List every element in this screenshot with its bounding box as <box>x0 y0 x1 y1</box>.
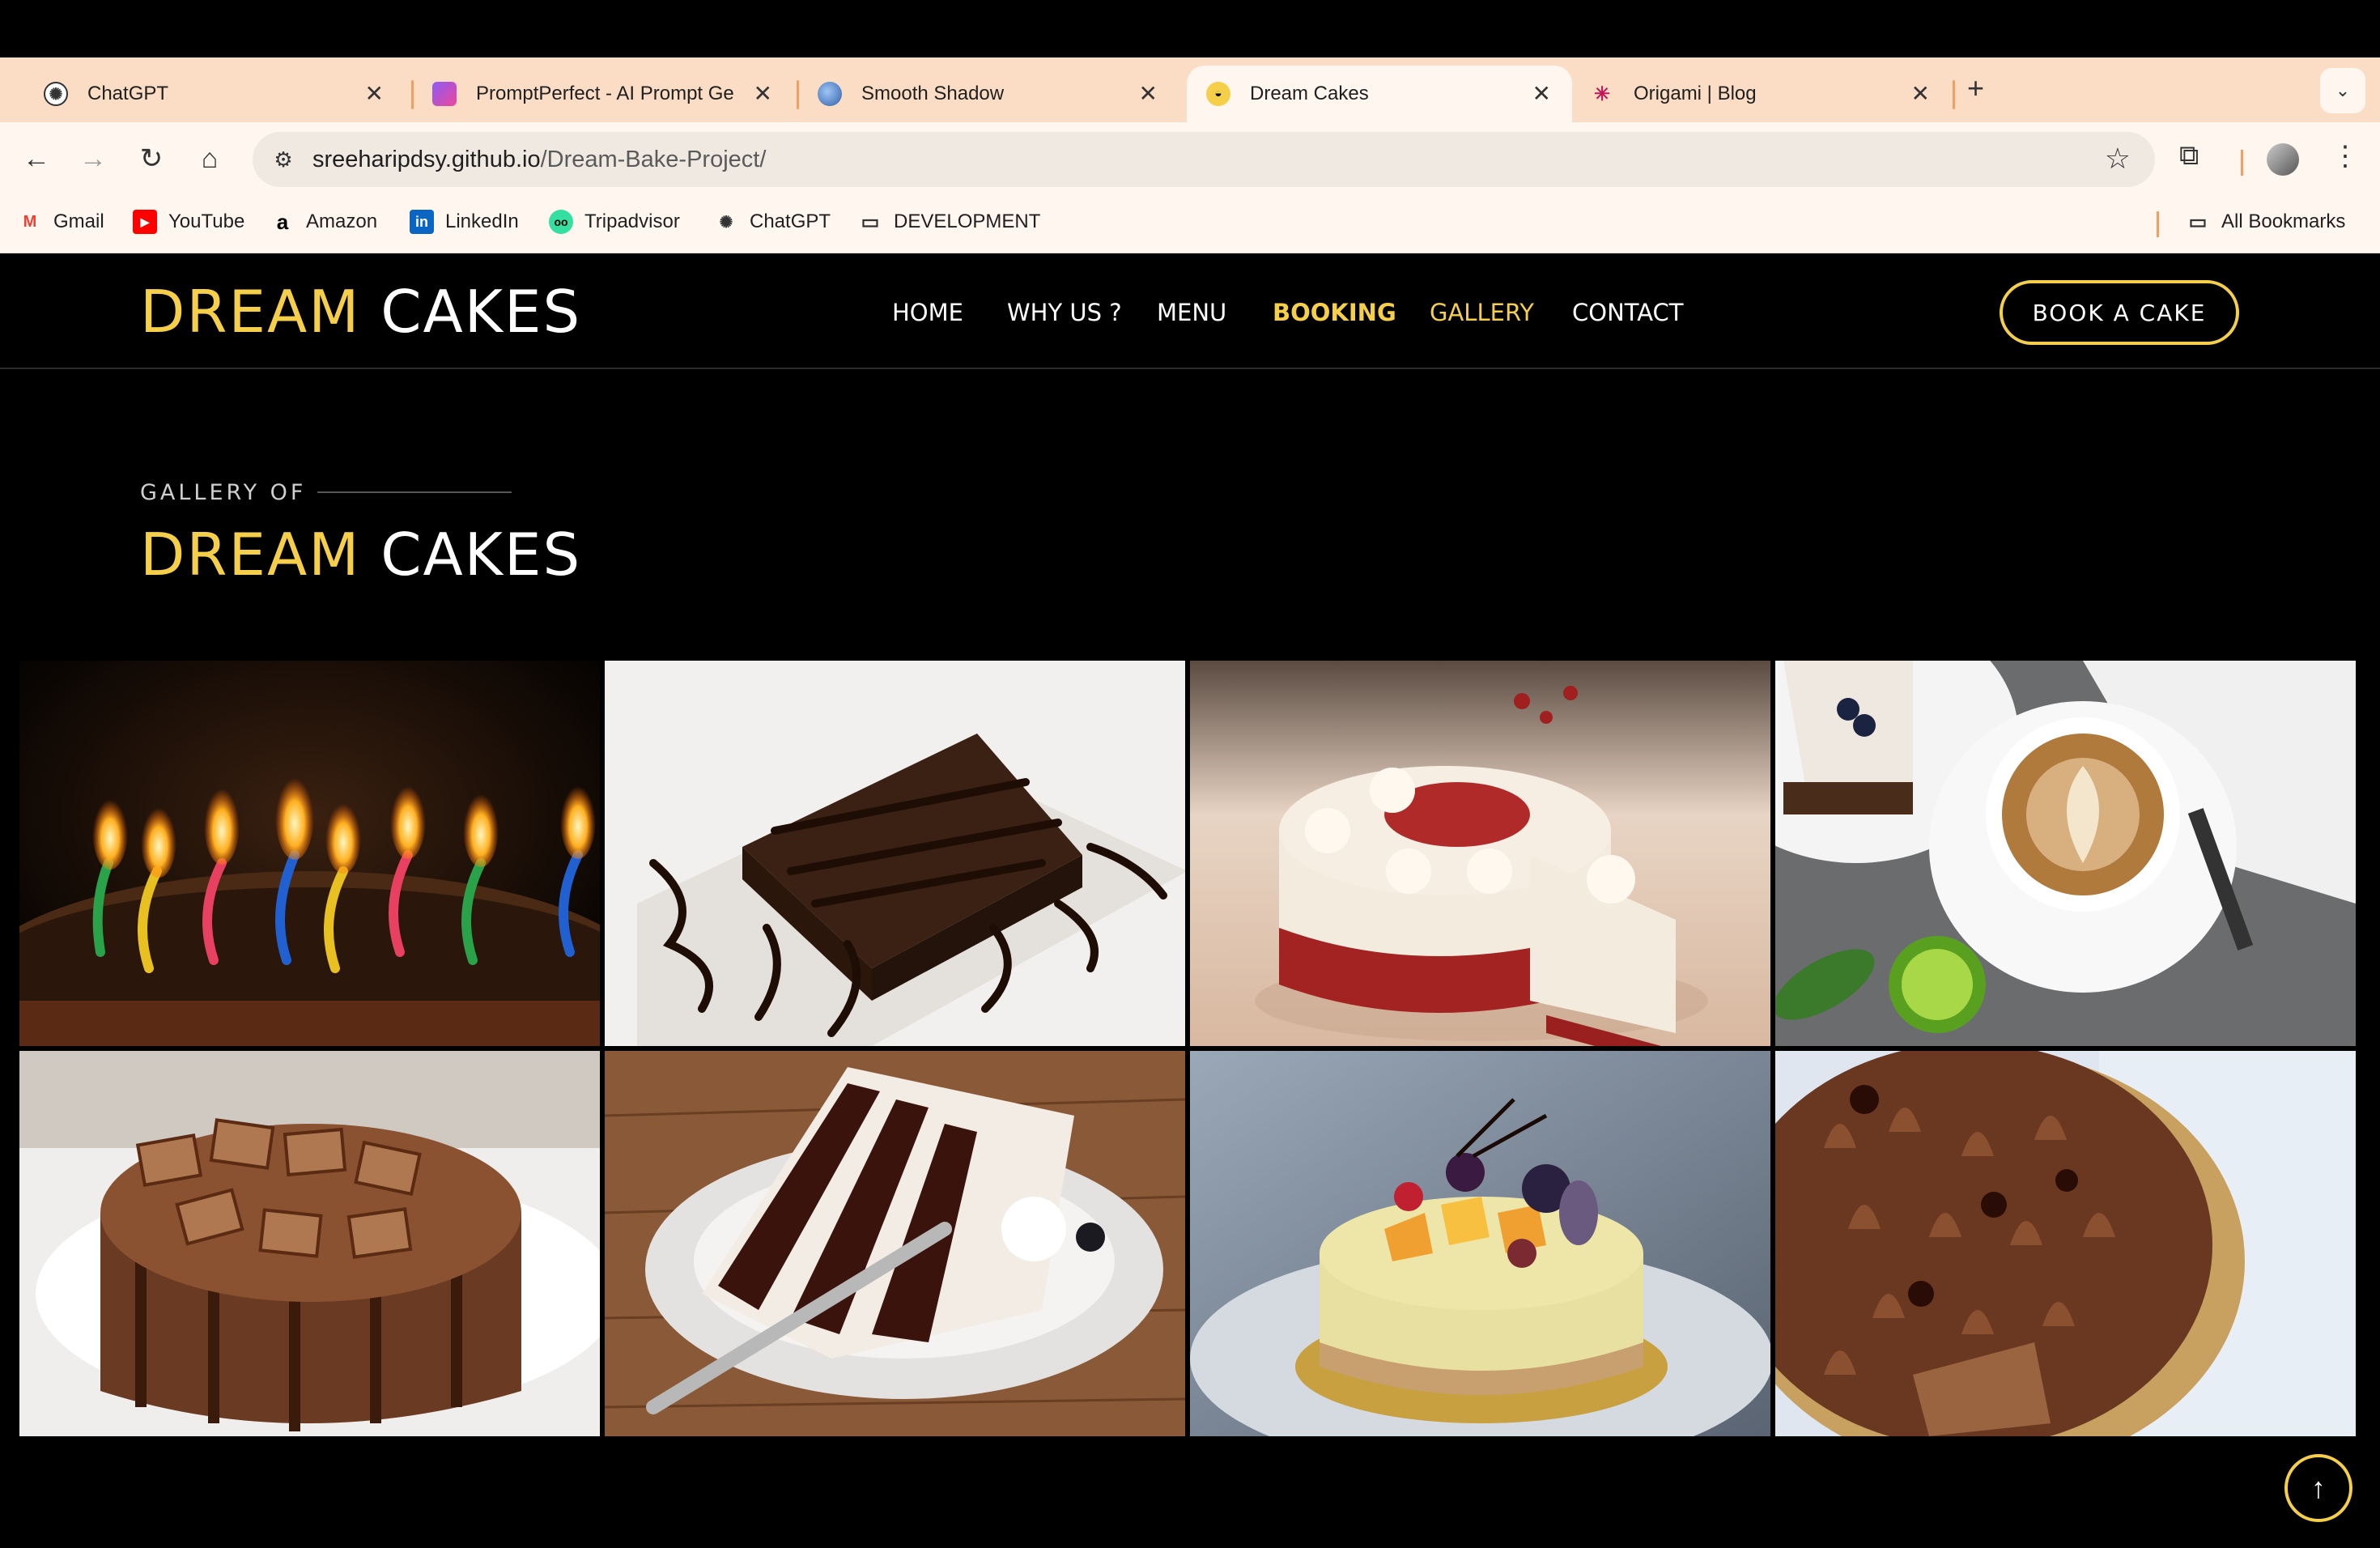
section-divider <box>317 491 512 493</box>
close-icon[interactable]: ✕ <box>1532 82 1551 106</box>
tab-search-chevron-icon[interactable]: ⌄ <box>2320 68 2365 113</box>
gallery-image-red-velvet-cake[interactable] <box>1190 661 1770 1046</box>
bookmarks-separator <box>2157 211 2159 237</box>
url-text[interactable]: sreeharipdsy.github.io/Dream-Bake-Projec… <box>312 147 766 173</box>
section-subtitle: GALLERY OF <box>140 480 307 505</box>
tab-chatgpt[interactable]: ✺ ChatGPT ✕ <box>24 66 405 122</box>
amazon-icon: a <box>276 209 289 234</box>
bookmark-linkedin[interactable]: in LinkedIn <box>410 210 519 234</box>
all-bookmarks[interactable]: ▭ All Bookmarks <box>2186 210 2346 234</box>
tab-separator <box>1953 80 1955 109</box>
site-settings-icon[interactable]: ⚙ <box>269 145 298 174</box>
website-viewport: DREAM CAKES HOME WHY US ? MENU BOOKING G… <box>0 253 2380 1548</box>
scroll-to-top-arrow-icon[interactable]: ↑ <box>2284 1454 2352 1522</box>
nav-booking[interactable]: BOOKING <box>1273 299 1396 326</box>
tab-origami[interactable]: ✳ Origami | Blog ✕ <box>1570 66 1951 122</box>
gallery-image-fruit-cheesecake[interactable] <box>1190 1051 1770 1436</box>
tab-smooth-shadow[interactable]: Smooth Shadow ✕ <box>798 66 1179 122</box>
smooth-shadow-icon <box>818 82 842 106</box>
bookmarks-bar: M Gmail ▶ YouTube a Amazon in LinkedIn o… <box>0 195 2380 253</box>
cake-gallery <box>19 661 2356 1436</box>
section-title: DREAM CAKES <box>140 521 582 589</box>
tab-promptperfect[interactable]: PromptPerfect - AI Prompt Ge ✕ <box>413 66 793 122</box>
gallery-image-birthday-cake-candles[interactable] <box>19 661 600 1046</box>
gallery-image-cake-and-cappuccino[interactable] <box>1775 661 2356 1046</box>
nav-gallery[interactable]: GALLERY <box>1430 299 1534 326</box>
chatgpt-icon: ✺ <box>44 82 68 106</box>
linkedin-icon: in <box>410 210 434 234</box>
close-icon[interactable]: ✕ <box>754 82 772 106</box>
gmail-icon: M <box>23 212 37 231</box>
bookmark-amazon[interactable]: a Amazon <box>270 210 377 234</box>
close-icon[interactable]: ✕ <box>1139 82 1158 106</box>
site-logo[interactable]: DREAM CAKES <box>140 278 581 346</box>
more-menu-icon[interactable]: ⋮ <box>2331 140 2359 172</box>
gallery-image-chocolate-wafer-cake[interactable] <box>19 1051 600 1436</box>
gallery-image-black-forest-slice[interactable] <box>605 1051 1185 1436</box>
promptperfect-icon <box>432 82 457 106</box>
nav-contact[interactable]: CONTACT <box>1572 299 1684 326</box>
gallery-image-chocolate-truffle-cake[interactable] <box>1775 1051 2356 1436</box>
bookmark-gmail[interactable]: M Gmail <box>18 210 104 234</box>
bookmark-youtube[interactable]: ▶ YouTube <box>133 210 244 234</box>
forward-arrow-icon[interactable]: → <box>73 138 113 179</box>
bookmark-development[interactable]: ▭ DEVELOPMENT <box>858 210 1041 234</box>
profile-avatar[interactable] <box>2267 143 2299 176</box>
close-icon[interactable]: ✕ <box>365 82 384 106</box>
new-tab-button[interactable]: + <box>1967 71 1984 105</box>
tab-dream-cakes[interactable]: ◒ Dream Cakes ✕ <box>1187 66 1572 122</box>
gallery-image-chocolate-brownie[interactable] <box>605 661 1185 1046</box>
folder-icon: ▭ <box>2188 211 2208 233</box>
bookmark-chatgpt[interactable]: ✺ ChatGPT <box>714 210 831 234</box>
origami-icon: ✳ <box>1593 83 1611 105</box>
bookmark-tripadvisor[interactable]: oo Tripadvisor <box>549 210 680 234</box>
reload-icon[interactable]: ↻ <box>131 138 172 179</box>
folder-icon: ▭ <box>861 211 880 233</box>
toolbar-separator <box>2241 150 2243 176</box>
window-top-bar <box>0 0 2380 57</box>
extensions-puzzle-icon[interactable]: ⧉ <box>2179 140 2199 172</box>
site-header: DREAM CAKES HOME WHY US ? MENU BOOKING G… <box>0 253 2380 369</box>
chatgpt-icon: ✺ <box>719 213 733 232</box>
browser-toolbar: ← → ↻ ⌂ ⚙ sreeharipdsy.github.io/Dream-B… <box>0 122 2380 195</box>
nav-menu[interactable]: MENU <box>1157 299 1226 326</box>
home-icon[interactable]: ⌂ <box>189 138 230 179</box>
tripadvisor-icon: oo <box>549 210 573 234</box>
bookmark-star-icon[interactable]: ☆ <box>2105 142 2131 176</box>
nav-home[interactable]: HOME <box>892 299 963 326</box>
close-icon[interactable]: ✕ <box>1911 82 1930 106</box>
address-bar[interactable]: ⚙ sreeharipdsy.github.io/Dream-Bake-Proj… <box>253 132 2155 187</box>
dream-cakes-icon: ◒ <box>1206 82 1230 106</box>
back-arrow-icon[interactable]: ← <box>16 138 57 179</box>
tab-strip: ✺ ChatGPT ✕ PromptPerfect - AI Prompt Ge… <box>0 57 2380 122</box>
nav-why-us[interactable]: WHY US ? <box>1007 299 1122 326</box>
youtube-icon: ▶ <box>133 210 157 234</box>
book-a-cake-button[interactable]: BOOK A CAKE <box>2000 280 2239 345</box>
